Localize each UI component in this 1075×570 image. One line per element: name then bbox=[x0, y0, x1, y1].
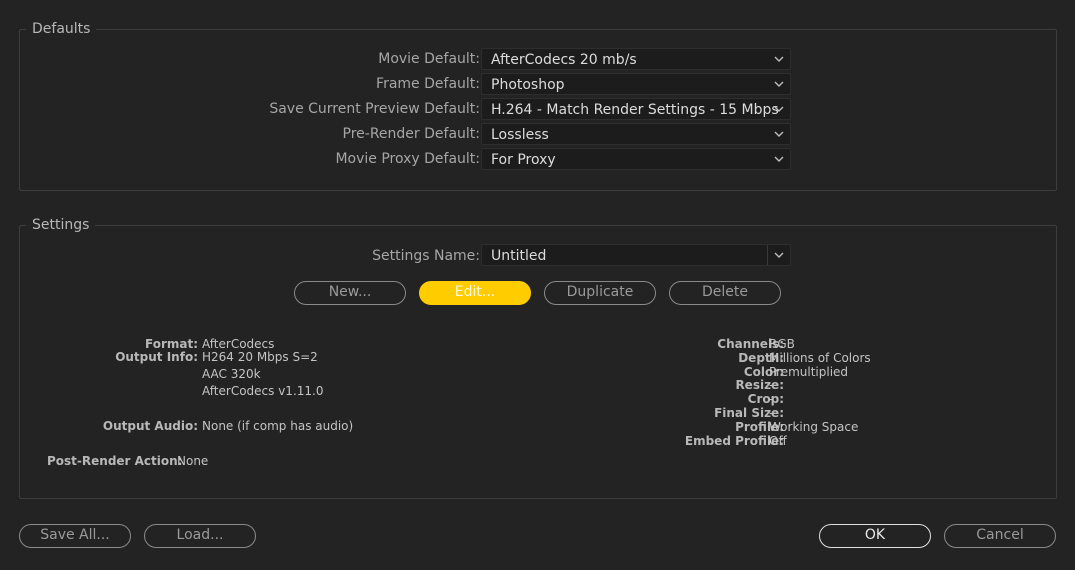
chevron-down-icon bbox=[774, 131, 784, 137]
output-info-line: AfterCodecs v1.11.0 bbox=[202, 384, 324, 398]
cancel-button[interactable]: Cancel bbox=[944, 524, 1056, 548]
resize-value: - bbox=[769, 378, 774, 393]
movie-proxy-default-dropdown[interactable]: For Proxy bbox=[481, 148, 791, 170]
movie-proxy-default-label: Movie Proxy Default: bbox=[335, 151, 480, 167]
final-size-value: - bbox=[769, 406, 774, 420]
output-audio-value: None (if comp has audio) bbox=[202, 419, 354, 433]
channels-value: RGB bbox=[769, 337, 795, 351]
output-info-line: H264 20 Mbps S=2 bbox=[202, 350, 318, 364]
frame-default-dropdown[interactable]: Photoshop bbox=[481, 73, 791, 95]
crop-label: Crop: bbox=[747, 392, 784, 407]
resize-label: Resize: bbox=[735, 378, 784, 393]
profile-value: Working Space bbox=[769, 419, 859, 434]
color-value: Premultiplied bbox=[769, 364, 849, 379]
output-info-label: Output Info: bbox=[115, 350, 198, 364]
movie-proxy-default-value: For Proxy bbox=[491, 152, 556, 168]
post-render-value: None bbox=[177, 454, 209, 468]
output-audio-label: Output Audio: bbox=[102, 419, 198, 433]
frame-default-value: Photoshop bbox=[491, 77, 565, 93]
frame-default-label: Frame Default: bbox=[376, 76, 480, 92]
pre-render-default-label: Pre-Render Default: bbox=[342, 126, 480, 142]
preview-default-value: H.264 - Match Render Settings - 15 Mbps bbox=[491, 102, 779, 118]
final-size-label: Final Size: bbox=[714, 406, 784, 420]
preview-default-dropdown[interactable]: H.264 - Match Render Settings - 15 Mbps bbox=[481, 98, 791, 120]
ok-button[interactable]: OK bbox=[819, 524, 931, 548]
chevron-down-icon bbox=[774, 156, 784, 162]
defaults-title: Defaults bbox=[26, 19, 97, 39]
chevron-down-icon bbox=[774, 81, 784, 87]
settings-group: Settings Settings Name: Untitled New... … bbox=[19, 215, 1057, 499]
depth-value: Millions of Colors bbox=[769, 350, 871, 365]
post-render-label: Post-Render Action: bbox=[47, 454, 183, 468]
crop-value: - bbox=[769, 392, 774, 407]
settings-summary-right: Channels: RGB Depth: Millions of Colors … bbox=[540, 226, 1040, 486]
preview-default-label: Save Current Preview Default: bbox=[269, 101, 480, 117]
settings-summary-left: Format: AfterCodecs Output Info: H264 20… bbox=[20, 226, 520, 486]
chevron-down-icon bbox=[774, 56, 784, 62]
embed-profile-value: Off bbox=[769, 433, 787, 448]
movie-default-value: AfterCodecs 20 mb/s bbox=[491, 52, 637, 68]
save-all-button[interactable]: Save All... bbox=[19, 524, 131, 548]
movie-default-dropdown[interactable]: AfterCodecs 20 mb/s bbox=[481, 48, 791, 70]
load-button[interactable]: Load... bbox=[144, 524, 256, 548]
chevron-down-icon bbox=[774, 106, 784, 112]
pre-render-default-dropdown[interactable]: Lossless bbox=[481, 123, 791, 145]
output-info-line: AAC 320k bbox=[202, 367, 261, 381]
pre-render-default-value: Lossless bbox=[491, 127, 549, 143]
defaults-group: Defaults Movie Default: AfterCodecs 20 m… bbox=[19, 19, 1057, 191]
movie-default-label: Movie Default: bbox=[378, 51, 480, 67]
